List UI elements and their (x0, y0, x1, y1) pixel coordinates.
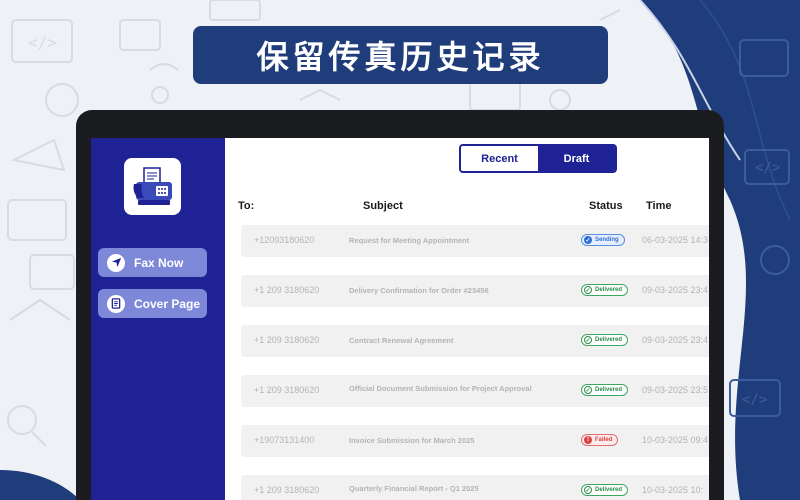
row-subject: Invoice Submission for March 2025 (349, 436, 475, 445)
column-header-time: Time (646, 200, 672, 212)
row-time: 09-03-2025 23:5 (642, 385, 709, 395)
sidebar: Fax Now Cover Page (91, 138, 225, 500)
document-icon (107, 294, 125, 313)
status-label: Delivered (595, 487, 623, 493)
check-icon: ✓ (584, 286, 592, 294)
status-badge-delivered: ✓ Delivered (581, 284, 629, 296)
row-recipient: +1 209 3180620 (254, 335, 320, 345)
row-recipient: +1 209 3180620 (254, 285, 320, 295)
fax-history-row[interactable]: +12093180620 Request for Meeting Appoint… (241, 225, 709, 257)
status-badge-delivered: ✓ Delivered (581, 484, 629, 496)
column-header-subject: Subject (363, 200, 403, 212)
row-recipient: +19073131400 (254, 435, 315, 445)
row-time: 10-03-2025 10: (642, 485, 704, 495)
page-banner-title: 保留传真历史记录 (193, 26, 608, 84)
status-badge-delivered: ✓ Delivered (581, 334, 629, 346)
status-label: Delivered (595, 337, 623, 343)
fax-now-button[interactable]: Fax Now (98, 248, 207, 277)
sending-icon: ✓ (584, 236, 592, 244)
fax-history-row[interactable]: +1 209 3180620 Official Document Submiss… (241, 375, 709, 407)
row-subject: Official Document Submission for Project… (349, 384, 532, 393)
column-header-status: Status (589, 200, 623, 212)
svg-text:</>: </> (755, 160, 780, 176)
alert-icon: ! (584, 436, 592, 444)
row-subject: Request for Meeting Appointment (349, 236, 470, 245)
history-tab-switcher: Recent Draft (459, 144, 617, 173)
row-recipient: +12093180620 (254, 235, 315, 245)
check-icon: ✓ (584, 486, 592, 494)
app-screen: Fax Now Cover Page Recent Draft To: Subj… (91, 138, 709, 500)
row-recipient: +1 209 3180620 (254, 385, 320, 395)
cover-page-button[interactable]: Cover Page (98, 289, 207, 318)
status-label: Sending (595, 237, 619, 243)
row-subject: Contract Renewal Agreement (349, 336, 454, 345)
fax-machine-icon (124, 158, 181, 215)
row-time: 06-03-2025 14:3 (642, 235, 709, 245)
row-time: 09-03-2025 23:4 (642, 285, 709, 295)
status-label: Delivered (595, 287, 623, 293)
history-panel: Recent Draft To: Subject Status Time +12… (225, 138, 709, 500)
check-icon: ✓ (584, 386, 592, 394)
status-label: Delivered (595, 387, 623, 393)
fax-history-row[interactable]: +1 209 3180620 Contract Renewal Agreemen… (241, 325, 709, 357)
send-icon (107, 253, 125, 272)
row-time: 09-03-2025 23:4 (642, 335, 709, 345)
svg-text:</>: </> (742, 392, 767, 408)
fax-now-label: Fax Now (134, 255, 184, 270)
status-badge-sending: ✓ Sending (581, 234, 625, 246)
cover-page-label: Cover Page (134, 296, 201, 311)
status-badge-delivered: ✓ Delivered (581, 384, 629, 396)
fax-history-row[interactable]: +1 209 3180620 Quarterly Financial Repor… (241, 475, 709, 500)
check-icon: ✓ (584, 336, 592, 344)
row-subject: Delivery Confirmation for Order #23456 (349, 286, 489, 295)
status-label: Failed (595, 437, 613, 443)
row-recipient: +1 209 3180620 (254, 485, 320, 495)
fax-history-row[interactable]: +19073131400 Invoice Submission for Marc… (241, 425, 709, 457)
tab-recent[interactable]: Recent (461, 146, 538, 171)
tab-draft[interactable]: Draft (538, 146, 615, 171)
row-time: 10-03-2025 09:4 (642, 435, 709, 445)
status-badge-failed: ! Failed (581, 434, 619, 446)
column-header-to: To: (238, 200, 255, 212)
fax-history-row[interactable]: +1 209 3180620 Delivery Confirmation for… (241, 275, 709, 307)
row-subject: Quarterly Financial Report - Q1 2025 (349, 484, 479, 493)
